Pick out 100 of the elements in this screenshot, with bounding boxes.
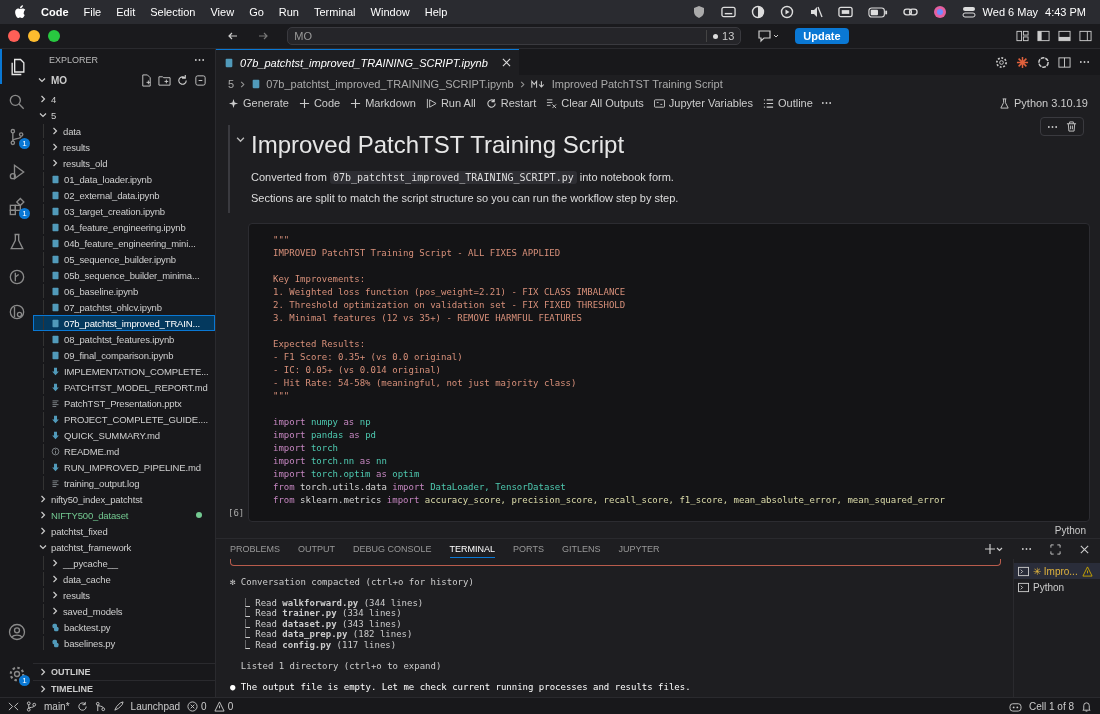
menu-item[interactable]: Help bbox=[424, 6, 448, 18]
new-terminal-icon[interactable] bbox=[985, 543, 1003, 555]
new-folder-icon[interactable] bbox=[158, 73, 171, 87]
panel-tab[interactable]: PROBLEMS bbox=[230, 541, 280, 557]
chevron-icon[interactable] bbox=[39, 495, 47, 503]
menubar-date[interactable]: Wed 6 May bbox=[982, 6, 1039, 18]
tree-item[interactable]: RUN_IMPROVED_PIPELINE.md bbox=[33, 459, 215, 475]
trash-icon[interactable] bbox=[1066, 121, 1077, 132]
launchpad-status[interactable]: Launchpad bbox=[130, 700, 181, 712]
tree-item[interactable]: results bbox=[33, 139, 215, 155]
panel-tab[interactable]: PORTS bbox=[513, 541, 544, 557]
tree-item[interactable]: saved_models bbox=[33, 603, 215, 619]
toolbar-button[interactable]: Outline bbox=[760, 97, 815, 109]
menu-item[interactable]: View bbox=[210, 6, 235, 18]
tree-item[interactable]: 04_feature_engineering.ipynb bbox=[33, 219, 215, 235]
more-icon[interactable] bbox=[194, 58, 205, 62]
chevron-icon[interactable] bbox=[51, 143, 59, 151]
error-icon[interactable] bbox=[187, 700, 199, 712]
tree-item[interactable]: 5 bbox=[33, 107, 215, 123]
zoom-window-button[interactable] bbox=[48, 30, 60, 42]
siri-icon[interactable] bbox=[932, 5, 947, 19]
refresh-icon[interactable] bbox=[176, 73, 189, 87]
copilot-icon[interactable] bbox=[1008, 700, 1022, 712]
branch-status[interactable]: main* bbox=[44, 700, 70, 712]
chevron-icon[interactable] bbox=[39, 111, 47, 119]
cell-language[interactable]: Python bbox=[1054, 525, 1086, 536]
panel-tab[interactable]: GITLENS bbox=[561, 541, 601, 557]
asterisk-icon[interactable] bbox=[1016, 55, 1029, 69]
menu-item[interactable]: Selection bbox=[150, 6, 196, 18]
tree-item[interactable]: 02_external_data.ipynb bbox=[33, 187, 215, 203]
collapse-all-icon[interactable] bbox=[194, 73, 207, 87]
menu-item[interactable]: File bbox=[83, 6, 102, 18]
toolbar-button[interactable]: Markdown bbox=[348, 97, 418, 109]
chevron-icon[interactable] bbox=[51, 591, 59, 599]
tree-item[interactable]: README.md bbox=[33, 443, 215, 459]
tree-item[interactable]: data bbox=[33, 123, 215, 139]
collapse-chevron-icon[interactable] bbox=[236, 135, 245, 144]
remote-icon[interactable] bbox=[8, 700, 19, 712]
workspace-root[interactable]: MO bbox=[51, 74, 68, 86]
minimize-window-button[interactable] bbox=[28, 30, 40, 42]
toolbar-button[interactable]: Generate bbox=[226, 97, 291, 109]
tree-item[interactable]: 01_data_loader.ipynb bbox=[33, 171, 215, 187]
tree-item[interactable]: 03_target_creation.ipynb bbox=[33, 203, 215, 219]
settings-icon[interactable] bbox=[995, 55, 1008, 69]
tree-item[interactable]: results_old bbox=[33, 155, 215, 171]
panel-tab[interactable]: JUPYTER bbox=[618, 541, 660, 557]
shield-icon[interactable] bbox=[691, 5, 706, 19]
mute-icon[interactable] bbox=[808, 5, 823, 19]
panel-tab[interactable]: TERMINAL bbox=[449, 540, 496, 558]
menu-item[interactable]: Window bbox=[370, 6, 410, 18]
maximize-panel-icon[interactable] bbox=[1050, 543, 1061, 555]
sidebar-section-header[interactable]: OUTLINE bbox=[33, 663, 215, 680]
toolbar-button[interactable]: Code bbox=[296, 97, 343, 109]
ring-icon[interactable] bbox=[1037, 55, 1050, 69]
menu-item[interactable]: Run bbox=[278, 6, 299, 18]
toolbar-button[interactable]: Restart bbox=[483, 97, 539, 109]
battery-icon[interactable] bbox=[867, 6, 888, 18]
panel-tab[interactable]: DEBUG CONSOLE bbox=[353, 541, 432, 557]
chevron-icon[interactable] bbox=[51, 575, 59, 583]
update-button[interactable]: Update bbox=[795, 28, 849, 44]
chevron-icon[interactable] bbox=[39, 685, 47, 693]
chevron-icon[interactable] bbox=[39, 527, 47, 535]
bell-icon[interactable] bbox=[1081, 700, 1092, 712]
menubar-time[interactable]: 4:43 PM bbox=[1045, 6, 1086, 18]
menu-item[interactable]: Terminal bbox=[314, 6, 356, 18]
tree-item[interactable]: QUICK_SUMMARY.md bbox=[33, 427, 215, 443]
tree-item[interactable]: nifty50_index_patchtst bbox=[33, 491, 215, 507]
tree-item[interactable]: training_output.log bbox=[33, 475, 215, 491]
sidebar-toggle-icon[interactable] bbox=[1037, 30, 1050, 42]
layout-icon[interactable] bbox=[1016, 30, 1029, 42]
display-icon[interactable] bbox=[837, 6, 853, 18]
tree-item[interactable]: results bbox=[33, 587, 215, 603]
breadcrumb[interactable]: Improved PatchTST Training Script bbox=[551, 78, 723, 90]
tree-item[interactable]: baselines.py bbox=[33, 635, 215, 651]
chevron-icon[interactable] bbox=[51, 127, 59, 135]
forward-arrow-icon[interactable] bbox=[257, 30, 270, 42]
tree-item[interactable]: PATCHTST_MODEL_REPORT.md bbox=[33, 379, 215, 395]
panel-tab[interactable]: OUTPUT bbox=[298, 541, 335, 557]
account-icon[interactable] bbox=[6, 622, 27, 642]
more-icon[interactable] bbox=[1047, 124, 1058, 129]
kernel-picker[interactable]: Python 3.10.19 bbox=[997, 97, 1090, 109]
warning-icon[interactable] bbox=[213, 700, 225, 712]
keyboard-icon[interactable] bbox=[720, 6, 736, 18]
secondary-sidebar-icon[interactable] bbox=[1079, 30, 1092, 42]
chevron-icon[interactable] bbox=[38, 76, 46, 84]
chevron-icon[interactable] bbox=[51, 559, 59, 567]
more-icon[interactable] bbox=[1021, 547, 1032, 551]
chevron-icon[interactable] bbox=[51, 607, 59, 615]
new-file-icon[interactable] bbox=[140, 73, 153, 87]
toolbar-button[interactable]: Jupyter Variables bbox=[651, 97, 755, 109]
panel-toggle-icon[interactable] bbox=[1058, 30, 1071, 42]
tree-item[interactable]: 05b_sequence_builder_minima... bbox=[33, 267, 215, 283]
apple-logo-icon[interactable] bbox=[14, 5, 26, 19]
breadcrumb[interactable]: 07b_patchtst_improved_TRAINING_SCRIPT.ipynb bbox=[266, 78, 514, 90]
chevron-icon[interactable] bbox=[39, 668, 47, 676]
chevron-icon[interactable] bbox=[39, 95, 47, 103]
app-menu[interactable]: Code bbox=[41, 6, 69, 18]
close-window-button[interactable] bbox=[8, 30, 20, 42]
code-cell[interactable] bbox=[248, 223, 1090, 522]
tree-item[interactable]: 05_sequence_builder.ipynb bbox=[33, 251, 215, 267]
